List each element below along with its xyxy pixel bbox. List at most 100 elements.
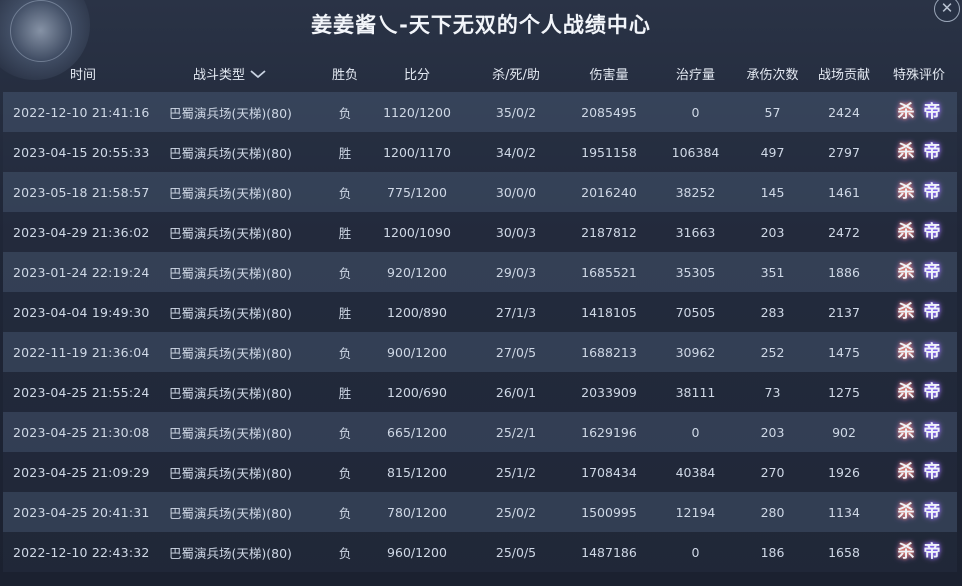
cell-heal: 38252 xyxy=(675,184,716,200)
cell-damage: 1685521 xyxy=(581,264,637,280)
emperor-badge-icon[interactable]: 帝 xyxy=(921,260,943,284)
col-header-damage: 伤害量 xyxy=(589,67,629,83)
cell-time: 2023-04-25 21:30:08 xyxy=(13,424,150,440)
emperor-badge-icon[interactable]: 帝 xyxy=(921,180,943,204)
table-row[interactable]: 2022-12-10 22:43:32 巴蜀演兵场(天梯)(80) 负 960/120… xyxy=(3,532,957,572)
cell-result: 胜 xyxy=(338,225,352,241)
cell-contribution: 1275 xyxy=(828,384,860,400)
cell-kda: 26/0/1 xyxy=(495,384,537,400)
kill-badge-icon[interactable]: 杀 xyxy=(895,260,917,284)
cell-hits-taken: 57 xyxy=(764,104,781,120)
emperor-badge-icon[interactable]: 帝 xyxy=(921,380,943,404)
col-header-contribution: 战场贡献 xyxy=(817,67,870,83)
kill-badge-icon[interactable]: 杀 xyxy=(895,460,917,484)
cell-result: 胜 xyxy=(338,305,352,321)
cell-time: 2023-04-25 20:41:31 xyxy=(13,504,150,520)
emperor-badge-icon[interactable]: 帝 xyxy=(921,300,943,324)
cell-time: 2023-04-25 21:55:24 xyxy=(13,384,150,400)
cell-time: 2022-11-19 21:36:04 xyxy=(13,344,150,360)
kill-badge-icon[interactable]: 杀 xyxy=(895,140,917,164)
table-row[interactable]: 2022-12-10 21:41:16 巴蜀演兵场(天梯)(80) 负 1120/12… xyxy=(3,92,957,132)
kill-badge-icon[interactable]: 杀 xyxy=(895,500,917,524)
cell-contribution: 902 xyxy=(832,424,856,440)
cell-kda: 25/1/2 xyxy=(495,464,537,480)
cell-time: 2023-05-18 21:58:57 xyxy=(13,184,150,200)
table-row[interactable]: 2023-04-25 21:55:24 巴蜀演兵场(天梯)(80) 胜 1200/69… xyxy=(3,372,957,412)
cell-score: 1200/1090 xyxy=(383,224,451,240)
emperor-badge-icon[interactable]: 帝 xyxy=(921,420,943,444)
close-icon: ✕ xyxy=(940,0,954,17)
table-row[interactable]: 2023-04-25 21:30:08 巴蜀演兵场(天梯)(80) 负 665/120… xyxy=(3,412,957,452)
emperor-badge-icon[interactable]: 帝 xyxy=(921,460,943,484)
cell-result: 负 xyxy=(338,425,352,441)
cell-score: 1200/890 xyxy=(387,304,447,320)
cell-heal: 40384 xyxy=(675,464,716,480)
kill-badge-icon[interactable]: 杀 xyxy=(895,420,917,444)
cell-kda: 25/0/5 xyxy=(495,544,537,560)
kill-badge-icon[interactable]: 杀 xyxy=(895,180,917,204)
emperor-badge-icon[interactable]: 帝 xyxy=(921,500,943,524)
cell-result: 负 xyxy=(338,545,352,561)
cell-hits-taken: 203 xyxy=(760,224,785,240)
cell-heal: 70505 xyxy=(675,304,716,320)
cell-battle-type: 巴蜀演兵场(天梯)(80) xyxy=(169,345,292,361)
cell-hits-taken: 252 xyxy=(760,344,785,360)
emperor-badge-icon[interactable]: 帝 xyxy=(921,220,943,244)
cell-special-rating: 杀帝 xyxy=(881,540,957,564)
emperor-badge-icon[interactable]: 帝 xyxy=(921,140,943,164)
cell-battle-type: 巴蜀演兵场(天梯)(80) xyxy=(169,305,292,321)
chevron-down-icon[interactable] xyxy=(249,68,267,83)
cell-battle-type: 巴蜀演兵场(天梯)(80) xyxy=(169,465,292,481)
cell-time: 2023-04-04 19:49:30 xyxy=(13,304,150,320)
cell-score: 775/1200 xyxy=(387,184,447,200)
cell-heal: 0 xyxy=(691,424,700,440)
cell-result: 负 xyxy=(338,345,352,361)
cell-damage: 2016240 xyxy=(581,184,637,200)
table-row[interactable]: 2023-04-29 21:36:02 巴蜀演兵场(天梯)(80) 胜 1200/10… xyxy=(3,212,957,252)
cell-score: 780/1200 xyxy=(387,504,447,520)
kill-badge-icon[interactable]: 杀 xyxy=(895,340,917,364)
cell-damage: 1951158 xyxy=(581,144,637,160)
cell-kda: 30/0/3 xyxy=(495,224,537,240)
table-row[interactable]: 2023-01-24 22:19:24 巴蜀演兵场(天梯)(80) 负 920/120… xyxy=(3,252,957,292)
cell-time: 2023-04-15 20:55:33 xyxy=(13,144,150,160)
cell-kda: 35/0/2 xyxy=(495,104,537,120)
cell-heal: 30962 xyxy=(675,344,716,360)
table-row[interactable]: 2022-11-19 21:36:04 巴蜀演兵场(天梯)(80) 负 900/120… xyxy=(3,332,957,372)
page-title: 姜姜酱乀-天下无双的个人战绩中心 xyxy=(311,13,651,37)
table-row[interactable]: 2023-04-15 20:55:33 巴蜀演兵场(天梯)(80) 胜 1200/11… xyxy=(3,132,957,172)
cell-contribution: 2137 xyxy=(828,304,860,320)
record-panel: 姜姜酱乀-天下无双的个人战绩中心 ✕ 时间 战斗类型 胜负 比分 杀/死/助 伤… xyxy=(0,0,962,586)
cell-special-rating: 杀帝 xyxy=(881,260,957,284)
kill-badge-icon[interactable]: 杀 xyxy=(895,540,917,564)
table-row[interactable]: 2023-04-25 21:09:29 巴蜀演兵场(天梯)(80) 负 815/120… xyxy=(3,452,957,492)
cell-result: 负 xyxy=(338,265,352,281)
kill-badge-icon[interactable]: 杀 xyxy=(895,100,917,124)
cell-damage: 2187812 xyxy=(581,224,637,240)
cell-battle-type: 巴蜀演兵场(天梯)(80) xyxy=(169,145,292,161)
emperor-badge-icon[interactable]: 帝 xyxy=(921,340,943,364)
col-header-score: 比分 xyxy=(403,67,430,83)
emperor-badge-icon[interactable]: 帝 xyxy=(921,100,943,124)
cell-special-rating: 杀帝 xyxy=(881,100,957,124)
cell-damage: 1487186 xyxy=(581,544,637,560)
cell-damage: 1688213 xyxy=(581,344,637,360)
kill-badge-icon[interactable]: 杀 xyxy=(895,300,917,324)
cell-kda: 25/2/1 xyxy=(495,424,537,440)
cell-special-rating: 杀帝 xyxy=(881,180,957,204)
col-header-battle-type[interactable]: 战斗类型 xyxy=(163,64,323,83)
col-header-heal: 治疗量 xyxy=(675,67,715,83)
kill-badge-icon[interactable]: 杀 xyxy=(895,220,917,244)
cell-time: 2022-12-10 22:43:32 xyxy=(13,544,150,560)
emperor-badge-icon[interactable]: 帝 xyxy=(921,540,943,564)
cell-score: 960/1200 xyxy=(387,544,447,560)
kill-badge-icon[interactable]: 杀 xyxy=(895,380,917,404)
cell-heal: 31663 xyxy=(675,224,716,240)
cell-damage: 1708434 xyxy=(581,464,637,480)
cell-result: 负 xyxy=(338,505,352,521)
table-row[interactable]: 2023-04-04 19:49:30 巴蜀演兵场(天梯)(80) 胜 1200/89… xyxy=(3,292,957,332)
table-row[interactable]: 2023-05-18 21:58:57 巴蜀演兵场(天梯)(80) 负 775/120… xyxy=(3,172,957,212)
table-row[interactable]: 2023-04-25 20:41:31 巴蜀演兵场(天梯)(80) 负 780/120… xyxy=(3,492,957,532)
cell-contribution: 1475 xyxy=(828,344,860,360)
cell-hits-taken: 351 xyxy=(760,264,785,280)
